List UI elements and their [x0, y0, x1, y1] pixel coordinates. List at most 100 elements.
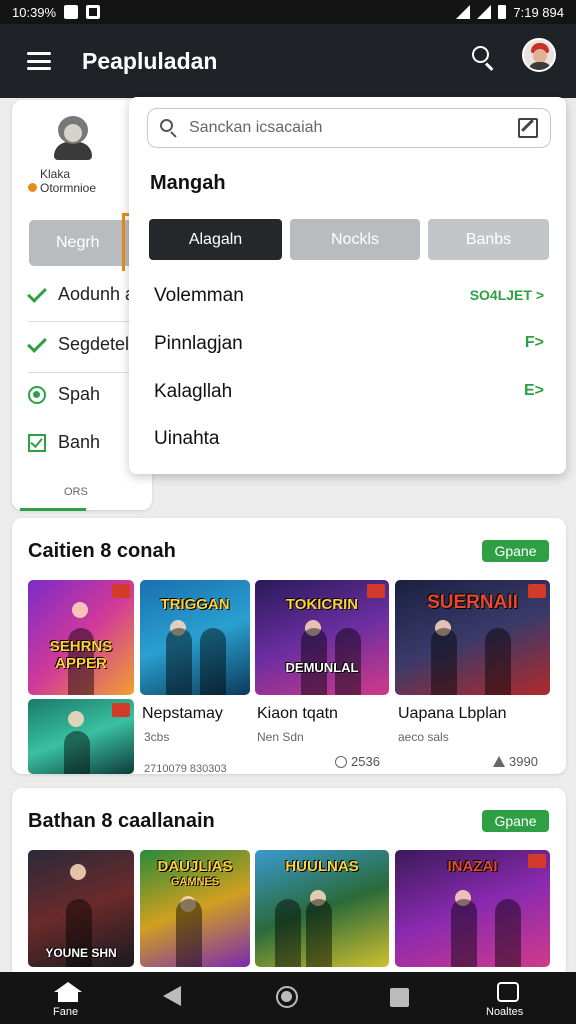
game-thumbnail-title: TOKICRIN [285, 596, 359, 613]
recents-icon[interactable] [390, 988, 409, 1007]
nav-home-label[interactable]: Fane [53, 1006, 78, 1018]
status-left-text: 10:39% [12, 4, 57, 20]
section-title: Caitien 8 conah [28, 540, 176, 562]
dropdown-menu: Sanckan icsacaiah Mangah Alagaln Nockls … [129, 97, 566, 474]
brand-line2: Otormnioe [28, 181, 96, 195]
star-icon [493, 756, 505, 767]
hamburger-menu-icon[interactable] [27, 52, 51, 70]
dropdown-row-trailing[interactable]: SO4LJET > [470, 287, 544, 303]
game-name[interactable]: Kiaon tqatn [257, 705, 338, 723]
section-card: Caitien 8 conah Gpane SEHRNS APPER TRIGG… [12, 518, 566, 774]
game-thumbnail-title: SUERNAII [427, 592, 518, 613]
panel-item[interactable]: Segdetel [27, 332, 130, 355]
panel-item-label: Aodunh a [58, 284, 136, 304]
panel-item-label: Spah [58, 384, 101, 404]
badge-icon [528, 854, 546, 868]
wifi-icon [456, 5, 471, 19]
segment-button[interactable]: Alagaln [149, 219, 282, 260]
dropdown-row[interactable]: Volemman [154, 285, 244, 307]
status-bar: 10:39% 7:19 894 [0, 0, 576, 24]
divider [28, 372, 138, 373]
search-placeholder: Sanckan icsacaiah [189, 119, 323, 136]
section-pill-button[interactable]: Gpane [482, 540, 549, 562]
notification-icon [86, 5, 101, 19]
checkbox-icon [28, 433, 46, 452]
game-thumbnail-title: HUULNAS [285, 858, 359, 875]
dropdown-heading: Mangah [150, 172, 226, 194]
game-thumbnail[interactable] [28, 699, 134, 774]
search-icon [160, 119, 178, 138]
game-subtitle: aeco sals [398, 730, 449, 744]
game-thumbnail[interactable]: YOUNE SHN [28, 850, 134, 967]
game-name[interactable]: Nepstamay [142, 705, 223, 723]
mascot-logo [50, 114, 96, 162]
game-footer-text: 2710079 830303 [144, 763, 227, 774]
game-stat-value: 2536 [351, 754, 380, 769]
game-thumbnail-title: INAZAI [447, 858, 498, 875]
bottom-nav: Fane Noaltes [0, 972, 576, 1024]
segment-button[interactable]: Banbs [428, 219, 549, 260]
status-right-text: 7:19 894 [513, 4, 564, 20]
brand-line1: Klaka [40, 167, 71, 181]
divider [28, 321, 138, 322]
search-icon[interactable] [470, 44, 498, 72]
game-thumbnail-title: TRIGGAN [160, 596, 230, 613]
game-thumbnail-subtitle: YOUNE SHN [45, 946, 117, 960]
status-right: 7:19 894 [456, 5, 564, 20]
game-thumbnail[interactable]: INAZAI [395, 850, 550, 967]
panel-item[interactable]: Aodunh a [27, 282, 136, 305]
game-thumbnail-title: SEHRNS APPER [49, 638, 113, 672]
brand-line2-text: Otormnioe [40, 181, 97, 195]
game-thumbnail[interactable]: HUULNAS [255, 850, 389, 967]
panel-item[interactable]: Spah [28, 384, 100, 405]
game-thumbnail-subtitle: DEMUNLAL [285, 660, 359, 675]
brand-dot-icon [28, 183, 37, 192]
orange-accent [122, 213, 125, 271]
home-circle-icon[interactable] [276, 986, 298, 1008]
dropdown-row[interactable]: Kalagllah [154, 381, 232, 403]
panel-nav-button[interactable]: Negrh [29, 220, 134, 266]
section-card: Bathan 8 caallanain Gpane YOUNE SHN DAUJ… [12, 788, 566, 978]
game-thumbnail[interactable]: SUERNAII [395, 580, 550, 695]
dropdown-row[interactable]: Pinnlagjan [154, 333, 243, 355]
badge-icon [112, 703, 130, 717]
dropdown-row-trailing[interactable]: F> [525, 334, 544, 352]
game-subtitle: Nen Sdn [257, 730, 304, 744]
check-icon [27, 282, 47, 303]
panel-item-label: Segdetel [58, 334, 130, 354]
check-icon [27, 332, 47, 353]
home-icon[interactable] [54, 982, 82, 1002]
notifications-icon[interactable] [497, 982, 519, 1002]
segment-button[interactable]: Nockls [290, 219, 420, 260]
edit-icon[interactable] [518, 118, 538, 138]
radio-icon [28, 385, 46, 404]
nav-notifications-label[interactable]: Noaltes [486, 1006, 523, 1018]
badge-icon [528, 584, 546, 598]
signal-icon [477, 5, 492, 19]
panel-footer: ORS [64, 486, 88, 498]
battery-icon [498, 5, 507, 19]
dropdown-row-trailing[interactable]: E> [524, 382, 544, 400]
game-thumbnail[interactable]: TOKICRIN DEMUNLAL [255, 580, 389, 695]
game-thumbnail[interactable]: DAUJLIAS GAMNES [140, 850, 250, 967]
section-title: Bathan 8 caallanain [28, 810, 215, 832]
game-thumbnail[interactable]: SEHRNS APPER [28, 580, 134, 695]
game-thumbnail-subtitle: GAMNES [170, 876, 220, 888]
search-input[interactable]: Sanckan icsacaiah [147, 108, 551, 148]
app-title: Peapluladan [82, 47, 218, 74]
mail-icon [64, 5, 79, 19]
game-stat-value: 3990 [509, 754, 538, 769]
badge-icon [367, 584, 385, 598]
dropdown-row[interactable]: Uinahta [154, 428, 220, 450]
progress-underline [20, 508, 86, 511]
avatar[interactable] [522, 38, 556, 72]
clock-icon [335, 755, 347, 768]
game-subtitle: 3cbs [144, 730, 170, 744]
panel-item[interactable]: Banh [28, 432, 100, 453]
section-pill-button[interactable]: Gpane [482, 810, 549, 832]
badge-icon [112, 584, 130, 598]
game-stat: 3990 [493, 754, 538, 769]
back-icon[interactable] [163, 986, 181, 1006]
game-thumbnail[interactable]: TRIGGAN [140, 580, 250, 695]
game-name[interactable]: Uapana Lbplan [398, 705, 507, 723]
